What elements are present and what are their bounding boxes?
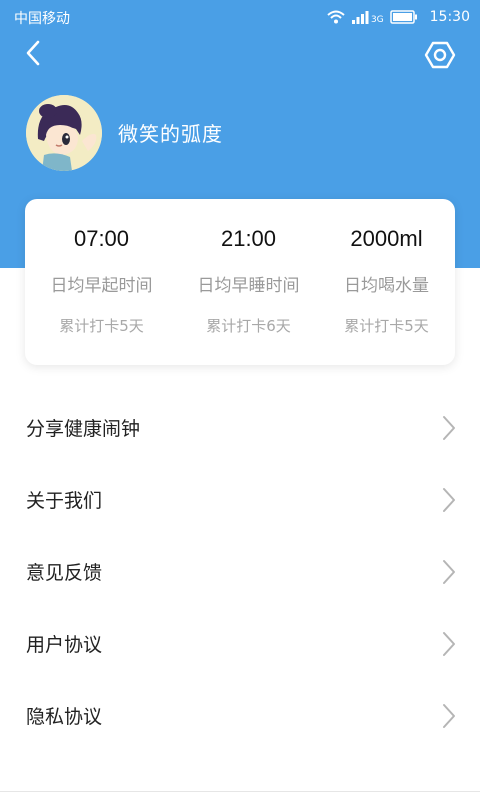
- menu-item-label: 分享健康闹钟: [26, 418, 141, 440]
- status-indicators: 3G 15:30: [327, 6, 470, 28]
- menu-item-user-agreement[interactable]: 用户协议: [0, 608, 480, 680]
- status-bar: 中国移动 3G 15:30: [0, 0, 480, 36]
- menu-item-feedback[interactable]: 意见反馈: [0, 536, 480, 608]
- menu-item-label: 意见反馈: [26, 562, 103, 584]
- chevron-right-icon: [443, 560, 455, 584]
- menu-list: 分享健康闹钟 关于我们 意见反馈 用户协议 隐私协议: [0, 392, 480, 752]
- menu-item-about-us[interactable]: 关于我们: [0, 464, 480, 536]
- battery-icon: [389, 10, 417, 24]
- menu-item-label: 隐私协议: [26, 706, 103, 728]
- chevron-left-icon: [26, 40, 40, 66]
- stat-label: 日均早起时间: [50, 276, 153, 296]
- stat-water-intake[interactable]: 2000ml 日均喝水量 累计打卡5天: [315, 199, 458, 365]
- stat-value: 07:00: [73, 226, 130, 251]
- back-button[interactable]: [18, 38, 48, 68]
- stat-streak: 累计打卡6天: [206, 317, 291, 335]
- username: 微笑的弧度: [118, 122, 223, 146]
- settings-button[interactable]: [422, 37, 458, 73]
- menu-item-privacy-policy[interactable]: 隐私协议: [0, 680, 480, 752]
- chevron-right-icon: [443, 632, 455, 656]
- network-type: 3G: [370, 15, 384, 25]
- stat-value: 21:00: [220, 226, 277, 251]
- cartoon-avatar-image: [26, 95, 102, 171]
- chevron-right-icon: [443, 704, 455, 728]
- stat-wake-time[interactable]: 07:00 日均早起时间 累计打卡5天: [30, 199, 173, 365]
- avatar[interactable]: [26, 95, 102, 171]
- menu-item-label: 用户协议: [26, 634, 103, 656]
- menu-item-share-alarm[interactable]: 分享健康闹钟: [0, 392, 480, 464]
- stat-label: 日均早睡时间: [197, 276, 300, 296]
- stat-label: 日均喝水量: [344, 276, 429, 296]
- chevron-right-icon: [443, 488, 455, 512]
- signal-icon: [351, 11, 369, 24]
- chevron-right-icon: [443, 416, 455, 440]
- stat-streak: 累计打卡5天: [344, 317, 429, 335]
- stat-value: 2000ml: [350, 226, 423, 251]
- hexagon-settings-icon: [424, 41, 456, 69]
- stats-card: 07:00 日均早起时间 累计打卡5天 21:00 日均早睡时间 累计打卡6天 …: [25, 199, 455, 365]
- bottom-divider: [0, 791, 480, 800]
- menu-item-label: 关于我们: [26, 490, 103, 512]
- stat-streak: 累计打卡5天: [59, 317, 144, 335]
- carrier-label: 中国移动: [14, 11, 70, 27]
- wifi-icon: [327, 10, 345, 24]
- clock: 15:30: [429, 9, 470, 25]
- stat-sleep-time[interactable]: 21:00 日均早睡时间 累计打卡6天: [177, 199, 320, 365]
